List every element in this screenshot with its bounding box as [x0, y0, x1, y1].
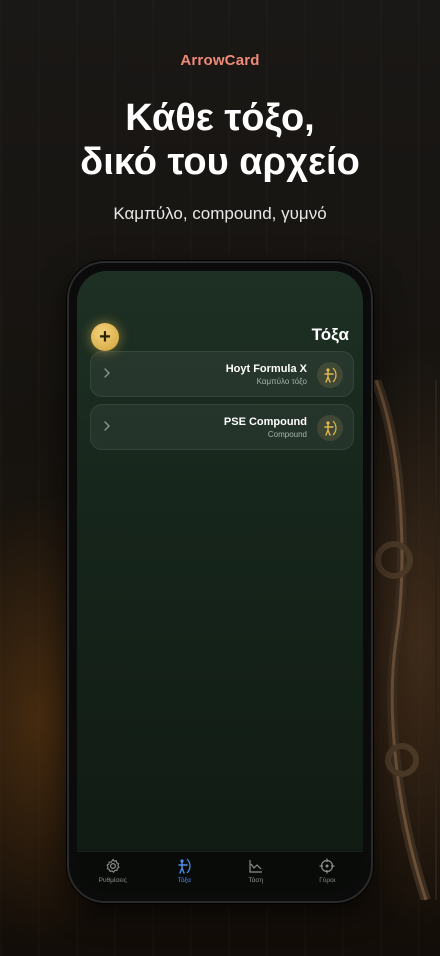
- archer-icon: [317, 362, 343, 388]
- compound-bow-image: [371, 380, 437, 900]
- tab-rounds[interactable]: Γύροι: [292, 852, 364, 893]
- trend-chart-icon: [249, 860, 262, 873]
- bow-type: Καμπύλο τόξο: [256, 377, 307, 386]
- tab-label: Τάση: [248, 877, 264, 884]
- add-bow-button[interactable]: +: [91, 323, 119, 351]
- bow-type: Compound: [267, 430, 307, 439]
- phone-frame: + Τόξα Hoyt Formula X Καμπύλο τόξο PSE C…: [67, 261, 373, 903]
- headline-line-1: Κάθε τόξο,: [125, 97, 315, 139]
- tab-trend[interactable]: Τάση: [220, 852, 292, 893]
- tab-label: Γύροι: [319, 877, 336, 884]
- chevron-right-icon: [104, 421, 110, 431]
- bow-name: PSE Compound: [223, 416, 307, 428]
- archer-icon: [178, 858, 191, 874]
- bow-name: Hoyt Formula X: [225, 363, 307, 375]
- target-icon: [319, 858, 335, 874]
- page-title: Τόξα: [311, 325, 349, 344]
- gear-icon: [106, 858, 120, 873]
- bow-card-2[interactable]: PSE Compound Compound: [90, 404, 354, 450]
- headline-line-2: δικό του αρχείο: [80, 141, 360, 183]
- tab-label: Ρυθμίσεις: [98, 877, 127, 884]
- brand-name: ArrowCard: [180, 52, 260, 69]
- archer-icon: [317, 415, 343, 441]
- bow-card-1[interactable]: Hoyt Formula X Καμπύλο τόξο: [90, 351, 354, 397]
- app-screen: + Τόξα Hoyt Formula X Καμπύλο τόξο PSE C…: [77, 271, 363, 893]
- tab-bar: Ρυθμίσεις Τόξα Τάση Γύροι: [77, 851, 363, 893]
- chevron-right-icon: [104, 368, 110, 378]
- tab-label: Τόξα: [177, 877, 191, 884]
- subheadline: Καμπύλο, compound, γυμνό: [113, 204, 327, 223]
- tab-bows[interactable]: Τόξα: [149, 852, 221, 893]
- tab-settings[interactable]: Ρυθμίσεις: [77, 852, 149, 893]
- headline: Κάθε τόξο, δικό του αρχείο: [0, 96, 440, 184]
